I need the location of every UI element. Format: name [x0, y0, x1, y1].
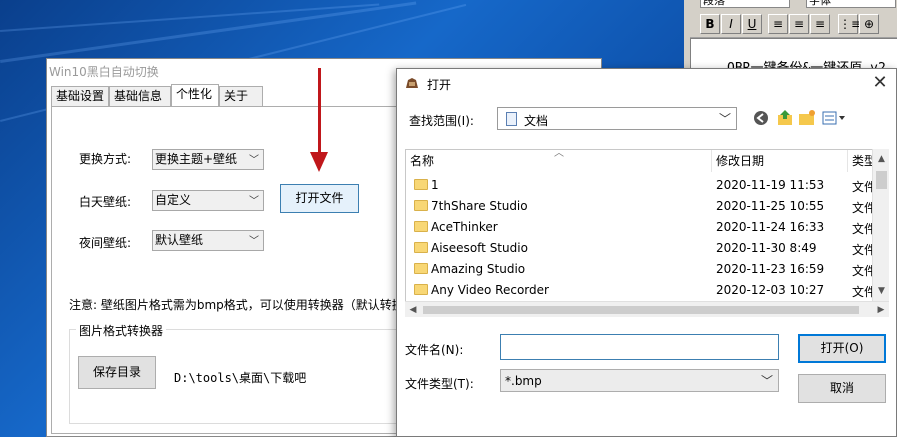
- open-button[interactable]: 打开(O): [798, 334, 886, 363]
- dialog-title: 打开: [427, 78, 452, 92]
- scroll-up-icon[interactable]: ▲: [873, 151, 890, 167]
- file-date: 2020-11-24 16:33: [716, 220, 825, 234]
- file-type-select[interactable]: *.bmp ﹀: [500, 369, 779, 392]
- look-in-value: 文档: [524, 114, 549, 128]
- sort-ascending-icon: ︿: [554, 149, 564, 159]
- app-title: Win10黑白自动切换: [49, 65, 159, 79]
- new-folder-icon[interactable]: [797, 109, 817, 127]
- converter-group: 图片格式转换器 保存目录 D:\tools\桌面\下载吧: [69, 322, 409, 424]
- annotation-arrow-shaft: [318, 68, 321, 156]
- paragraph-style-combo[interactable]: 段落: [700, 0, 790, 8]
- switch-mode-value: 更换主题+壁纸: [155, 152, 238, 166]
- list-item[interactable]: AceThinker 2020-11-24 16:33 文件: [406, 217, 878, 238]
- align-center-button[interactable]: ≡: [789, 14, 809, 34]
- tab-basic-settings[interactable]: 基础设置: [51, 86, 109, 107]
- close-icon[interactable]: ✕: [868, 73, 892, 95]
- folder-icon: [414, 200, 428, 211]
- document-folder-icon: [506, 112, 517, 126]
- list-item[interactable]: Any Video Recorder 2020-12-03 10:27 文件: [406, 280, 878, 301]
- folder-icon: [414, 263, 428, 274]
- scroll-left-icon[interactable]: ◀: [405, 302, 421, 318]
- file-date: 2020-11-19 11:53: [716, 178, 825, 192]
- desktop-light-ray: [0, 3, 380, 32]
- format-note: 注意: 壁纸图片格式需为bmp格式，可以使用转换器（默认转换: [69, 298, 404, 312]
- switch-mode-select[interactable]: 更换主题+壁纸 ﹀: [152, 149, 264, 170]
- list-button[interactable]: ⋮≡: [838, 14, 861, 34]
- file-name: 1: [431, 178, 439, 192]
- scroll-thumb[interactable]: [876, 171, 887, 189]
- app-icon: [406, 78, 418, 88]
- night-wallpaper-value: 默认壁纸: [155, 233, 204, 247]
- tab-basic-info[interactable]: 基础信息: [109, 86, 171, 107]
- align-left-button[interactable]: ≡: [768, 14, 788, 34]
- file-name: AceThinker: [431, 220, 498, 234]
- scroll-down-icon[interactable]: ▼: [873, 283, 890, 299]
- day-wallpaper-select[interactable]: 自定义 ﹀: [152, 190, 264, 211]
- underline-button[interactable]: U: [742, 14, 762, 34]
- save-directory-button[interactable]: 保存目录: [78, 356, 156, 389]
- file-date: 2020-11-30 8:49: [716, 241, 817, 255]
- day-wallpaper-value: 自定义: [155, 193, 192, 207]
- converter-group-title: 图片格式转换器: [76, 322, 167, 339]
- view-menu-icon[interactable]: [821, 109, 847, 127]
- open-file-button[interactable]: 打开文件: [280, 184, 359, 213]
- cancel-button[interactable]: 取消: [798, 374, 886, 403]
- folder-icon: [414, 221, 428, 232]
- scroll-right-icon[interactable]: ▶: [873, 302, 889, 318]
- folder-icon: [414, 284, 428, 295]
- insert-button[interactable]: ⊕: [859, 14, 879, 34]
- vertical-scrollbar[interactable]: ▲ ▼: [872, 149, 889, 301]
- switch-mode-label: 更换方式:: [79, 152, 132, 166]
- list-item[interactable]: Aiseesoft Studio 2020-11-30 8:49 文件: [406, 238, 878, 259]
- annotation-arrow-head: [310, 152, 328, 172]
- chevron-down-icon: ﹀: [249, 236, 259, 247]
- align-right-button[interactable]: ≡: [810, 14, 830, 34]
- editor-combo-row: 段落 字体: [690, 0, 897, 10]
- file-date: 2020-11-25 10:55: [716, 199, 825, 213]
- look-in-select[interactable]: 文档 ﹀: [497, 107, 737, 130]
- file-list[interactable]: 名称 ︿ 修改日期 类型 1 2020-11-19 11:53 文件 7thSh…: [405, 149, 879, 317]
- italic-button[interactable]: I: [721, 14, 741, 34]
- scroll-thumb[interactable]: [423, 306, 859, 314]
- up-folder-icon[interactable]: [775, 109, 795, 127]
- save-directory-path: D:\tools\桌面\下载吧: [174, 371, 307, 385]
- horizontal-scrollbar[interactable]: ◀ ▶: [405, 301, 889, 317]
- night-wallpaper-label: 夜间壁纸:: [79, 236, 132, 250]
- file-name: 7thShare Studio: [431, 199, 528, 213]
- column-header-date[interactable]: 修改日期: [712, 150, 848, 172]
- chevron-down-icon: ﹀: [760, 374, 773, 388]
- tab-personalization[interactable]: 个性化: [171, 84, 219, 107]
- open-file-dialog: 打开 ✕ 查找范围(I): 文档 ﹀ 名称 ︿ 修改日期 类型 1 2020-1…: [396, 68, 897, 437]
- back-icon[interactable]: [751, 109, 771, 127]
- night-wallpaper-select[interactable]: 默认壁纸 ﹀: [152, 230, 264, 251]
- chevron-down-icon: ﹀: [249, 196, 259, 207]
- chevron-down-icon: ﹀: [249, 155, 259, 166]
- look-in-label: 查找范围(I):: [409, 114, 474, 128]
- dialog-titlebar[interactable]: 打开 ✕: [397, 69, 896, 99]
- file-name-input[interactable]: [500, 334, 779, 360]
- chevron-down-icon: ﹀: [718, 112, 731, 126]
- file-name: Aiseesoft Studio: [431, 241, 528, 255]
- list-item[interactable]: Amazing Studio 2020-11-23 16:59 文件: [406, 259, 878, 280]
- tab-about[interactable]: 关于: [219, 86, 263, 107]
- file-date: 2020-12-03 10:27: [716, 283, 825, 297]
- file-type-value: *.bmp: [505, 374, 542, 388]
- file-date: 2020-11-23 16:59: [716, 262, 825, 276]
- file-type-label: 文件类型(T):: [405, 377, 474, 391]
- day-wallpaper-label: 白天壁纸:: [79, 195, 132, 209]
- folder-icon: [414, 179, 428, 190]
- list-item[interactable]: 1 2020-11-19 11:53 文件: [406, 175, 878, 196]
- list-item[interactable]: 7thShare Studio 2020-11-25 10:55 文件: [406, 196, 878, 217]
- editor-toolbar: B I U ≡ ≡ ≡ ⋮≡ ⊕: [690, 10, 897, 38]
- font-combo[interactable]: 字体: [806, 0, 896, 8]
- file-name: Any Video Recorder: [431, 283, 549, 297]
- bold-button[interactable]: B: [700, 14, 720, 34]
- folder-icon: [414, 242, 428, 253]
- file-name: Amazing Studio: [431, 262, 526, 276]
- file-name-label: 文件名(N):: [405, 343, 464, 357]
